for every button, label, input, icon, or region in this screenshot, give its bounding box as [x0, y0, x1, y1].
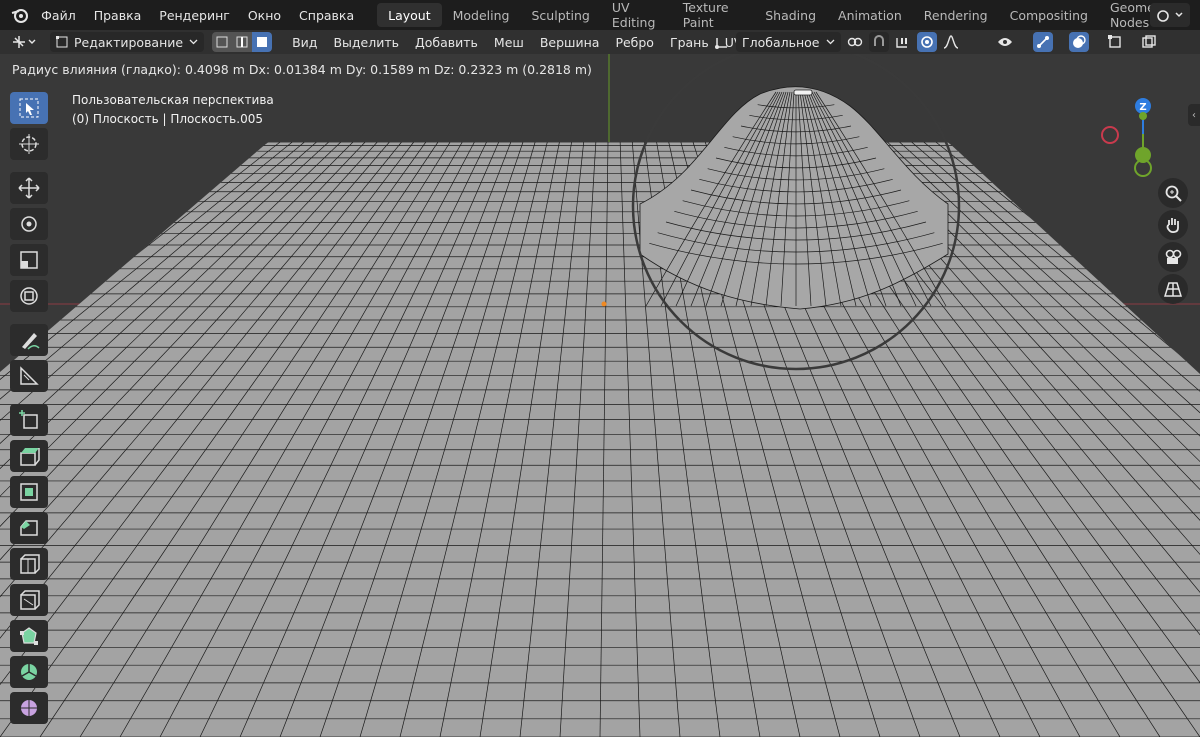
transform-tool-icon[interactable]	[10, 280, 48, 312]
menu-help[interactable]: Справка	[290, 0, 363, 30]
poly-build-tool-icon[interactable]	[10, 620, 48, 652]
pivot-point-icon[interactable]	[845, 32, 865, 52]
spin-tool-icon[interactable]	[10, 656, 48, 688]
object-origin-dot	[601, 301, 607, 307]
mesh-edit-overlays-icon[interactable]	[1105, 32, 1125, 52]
camera-view-icon[interactable]	[1158, 242, 1188, 272]
tool-shelf	[8, 92, 54, 728]
tab-layout[interactable]: Layout	[377, 3, 442, 27]
bevel-tool-icon[interactable]	[10, 512, 48, 544]
vertex-select-icon[interactable]	[212, 32, 233, 52]
header-tools: Глобальное	[712, 32, 1159, 52]
visibility-eye-icon[interactable]	[995, 32, 1015, 52]
menu-window[interactable]: Окно	[239, 0, 290, 30]
tab-animation[interactable]: Animation	[827, 3, 913, 27]
measure-tool-icon[interactable]	[10, 360, 48, 392]
proportional-editing-icon[interactable]	[916, 32, 937, 52]
workspace-tabs: Layout Modeling Sculpting UV Editing Tex…	[377, 0, 1200, 30]
chevron-down-icon	[826, 39, 834, 45]
loop-cut-tool-icon[interactable]	[10, 548, 48, 580]
menu-render[interactable]: Рендеринг	[150, 0, 239, 30]
top-bar: Файл Правка Рендеринг Окно Справка Layou…	[0, 0, 1200, 30]
menu-vertex[interactable]: Вершина	[532, 35, 608, 50]
smooth-tool-icon[interactable]	[10, 692, 48, 724]
transform-status-text: Радиус влияния (гладко): 0.4098 m Dx: 0.…	[12, 62, 592, 77]
transform-orientation-icon[interactable]	[712, 32, 732, 52]
menu-mesh[interactable]: Меш	[486, 35, 532, 50]
select-box-tool-icon[interactable]	[10, 92, 48, 124]
move-tool-icon[interactable]	[10, 172, 48, 204]
mode-label: Редактирование	[74, 34, 184, 50]
view-perspective-label: Пользовательская перспектива	[72, 93, 274, 107]
inset-tool-icon[interactable]	[10, 476, 48, 508]
knife-tool-icon[interactable]	[10, 584, 48, 616]
menu-face[interactable]: Грань	[662, 35, 717, 50]
overlays-icon[interactable]	[1068, 32, 1089, 52]
menu-edit[interactable]: Правка	[85, 0, 151, 30]
show-gizmo-icon[interactable]	[1032, 32, 1053, 52]
snap-toggle-icon[interactable]	[868, 32, 889, 52]
snap-target-icon[interactable]	[893, 32, 913, 52]
tab-sculpting[interactable]: Sculpting	[521, 3, 601, 27]
blender-logo-icon[interactable]	[8, 4, 32, 26]
zoom-icon[interactable]	[1158, 178, 1188, 208]
scene-selector-button[interactable]	[1150, 3, 1190, 27]
pan-hand-icon[interactable]	[1158, 210, 1188, 240]
xray-toggle-icon[interactable]	[1139, 32, 1159, 52]
tab-shading[interactable]: Shading	[754, 3, 827, 27]
select-mode-group	[212, 32, 273, 52]
face-select-icon[interactable]	[252, 32, 273, 52]
perspective-toggle-icon[interactable]	[1158, 274, 1188, 304]
menu-file[interactable]: Файл	[32, 0, 85, 30]
extrude-tool-icon[interactable]	[10, 440, 48, 472]
add-cube-tool-icon[interactable]	[10, 404, 48, 436]
menu-edge[interactable]: Ребро	[607, 35, 662, 50]
annotate-tool-icon[interactable]	[10, 324, 48, 356]
menu-add[interactable]: Добавить	[407, 35, 486, 50]
falloff-curve-icon[interactable]	[941, 32, 961, 52]
tab-texture-paint[interactable]: Texture Paint	[672, 0, 754, 30]
3d-viewport[interactable]: Радиус влияния (гладко): 0.4098 m Dx: 0.…	[0, 54, 1200, 737]
selected-vertex	[793, 89, 813, 96]
scale-tool-icon[interactable]	[10, 244, 48, 276]
navigation-gizmo[interactable]: Z	[1098, 94, 1188, 184]
tab-compositing[interactable]: Compositing	[999, 3, 1099, 27]
svg-text:Z: Z	[1139, 102, 1146, 113]
header-menus: Вид Выделить Добавить Меш Вершина Ребро …	[284, 35, 750, 50]
mode-dropdown[interactable]: Редактирование	[50, 32, 205, 52]
rotate-tool-icon[interactable]	[10, 208, 48, 240]
menu-view[interactable]: Вид	[284, 35, 325, 50]
mesh-grid-scene[interactable]	[0, 54, 1200, 737]
tab-modeling[interactable]: Modeling	[442, 3, 521, 27]
menu-select[interactable]: Выделить	[325, 35, 407, 50]
sidebar-toggle-chevron-icon[interactable]: ‹	[1188, 104, 1200, 126]
chevron-down-icon	[189, 39, 198, 45]
edit-mode-icon	[56, 36, 68, 48]
viewport-header: Редактирование Вид Выделить Добавить Меш…	[0, 30, 1200, 54]
tab-rendering[interactable]: Rendering	[913, 3, 999, 27]
tab-uv-editing[interactable]: UV Editing	[601, 0, 672, 30]
orientation-label: Глобальное	[742, 34, 820, 50]
editor-type-icon[interactable]	[6, 32, 44, 52]
edge-select-icon[interactable]	[232, 32, 253, 52]
orientation-dropdown[interactable]: Глобальное	[736, 32, 841, 52]
object-name-label: (0) Плоскость | Плоскость.005	[72, 112, 263, 126]
deformed-hill-mesh	[639, 86, 949, 310]
cursor-tool-icon[interactable]	[10, 128, 48, 160]
neg-x-axis-handle	[1101, 126, 1119, 144]
